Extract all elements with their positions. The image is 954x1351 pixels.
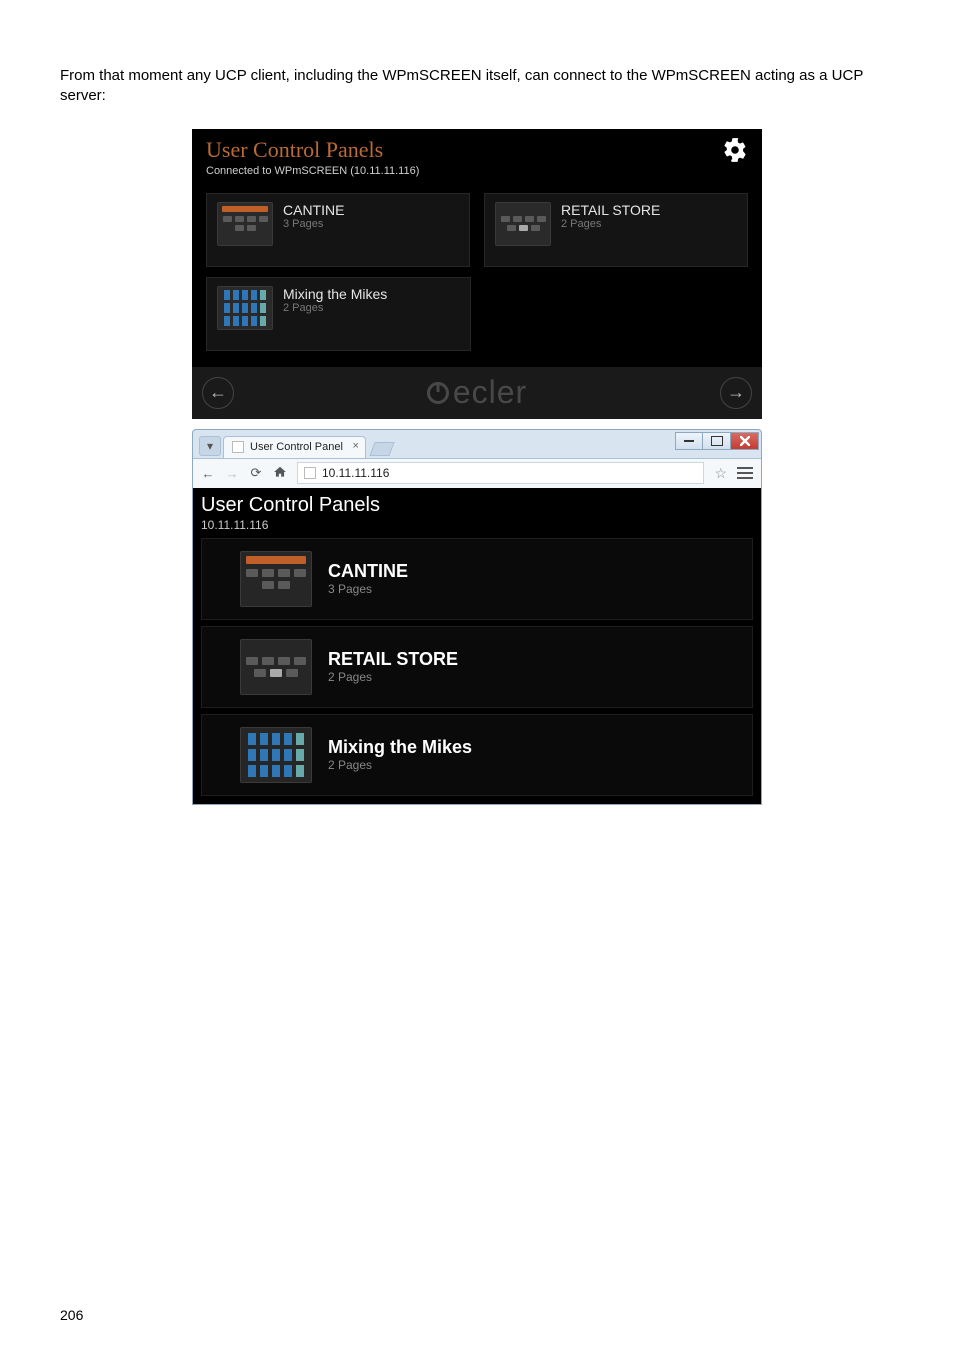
list-item-retail[interactable]: RETAIL STORE 2 Pages <box>201 626 753 708</box>
nav-home-button[interactable] <box>273 465 287 482</box>
list-item-mixing[interactable]: Mixing the Mikes 2 Pages <box>201 714 753 796</box>
panel-pages: 3 Pages <box>283 218 344 230</box>
brand-logo: ecler <box>427 374 527 411</box>
window-minimize-button[interactable] <box>675 432 703 450</box>
list-item-cantine[interactable]: CANTINE 3 Pages <box>201 538 753 620</box>
tab-label: User Control Panel <box>250 441 343 453</box>
fig2-browser-window: ▾ User Control Panel × ← → ⟳ <box>192 429 762 805</box>
menu-button[interactable] <box>737 467 753 479</box>
chevron-down-icon: ▾ <box>207 439 213 453</box>
power-icon <box>427 382 449 404</box>
fig1-title: User Control Panels <box>206 137 419 163</box>
fig1-panel-retail[interactable]: RETAIL STORE 2 Pages <box>484 193 748 267</box>
page-icon <box>232 441 244 453</box>
empty-slot <box>485 277 748 351</box>
thumbnail-icon <box>495 202 551 246</box>
address-text: 10.11.11.116 <box>322 466 389 480</box>
nav-forward-button[interactable]: → <box>225 466 239 481</box>
fig1-ucp-touch-panel: User Control Panels Connected to WPmSCRE… <box>192 129 762 419</box>
panel-name: RETAIL STORE <box>328 649 458 670</box>
panel-pages: 3 Pages <box>328 582 408 596</box>
browser-tab[interactable]: User Control Panel × <box>223 436 366 458</box>
thumbnail-icon <box>240 727 312 783</box>
window-maximize-button[interactable] <box>703 432 731 450</box>
nav-prev-button[interactable]: ← <box>202 377 234 409</box>
panel-pages: 2 Pages <box>328 670 458 684</box>
fig1-subtitle: Connected to WPmSCREEN (10.11.11.116) <box>206 165 419 177</box>
thumbnail-icon <box>217 286 273 330</box>
panel-name: Mixing the Mikes <box>283 286 387 302</box>
panel-name: Mixing the Mikes <box>328 737 472 758</box>
panel-pages: 2 Pages <box>561 218 660 230</box>
nav-next-button[interactable]: → <box>720 377 752 409</box>
arrow-left-icon: ← <box>209 382 227 403</box>
fig1-panel-mixing[interactable]: Mixing the Mikes 2 Pages <box>206 277 471 351</box>
panel-name: CANTINE <box>328 561 408 582</box>
window-close-button[interactable] <box>731 432 759 450</box>
bookmark-star-icon[interactable]: ☆ <box>714 465 727 482</box>
new-tab-button[interactable] <box>369 442 394 456</box>
page-title: User Control Panels <box>201 494 753 517</box>
tab-dropdown-button[interactable]: ▾ <box>199 436 221 456</box>
panel-name: CANTINE <box>283 202 344 218</box>
fig1-panel-cantine[interactable]: CANTINE 3 Pages <box>206 193 470 267</box>
thumbnail-icon <box>217 202 273 246</box>
panel-pages: 2 Pages <box>283 302 387 314</box>
panel-name: RETAIL STORE <box>561 202 660 218</box>
page-icon <box>304 467 316 479</box>
arrow-right-icon: → <box>727 382 745 403</box>
panel-pages: 2 Pages <box>328 758 472 772</box>
thumbnail-icon <box>240 551 312 607</box>
page-subtitle: 10.11.11.116 <box>201 518 753 532</box>
nav-reload-button[interactable]: ⟳ <box>249 465 263 481</box>
thumbnail-icon <box>240 639 312 695</box>
page-number: 206 <box>60 1307 83 1323</box>
address-bar[interactable]: 10.11.11.116 <box>297 462 704 484</box>
nav-back-button[interactable]: ← <box>201 466 215 481</box>
close-tab-icon[interactable]: × <box>353 440 359 452</box>
gear-icon[interactable] <box>722 137 748 168</box>
intro-paragraph: From that moment any UCP client, includi… <box>60 66 894 107</box>
